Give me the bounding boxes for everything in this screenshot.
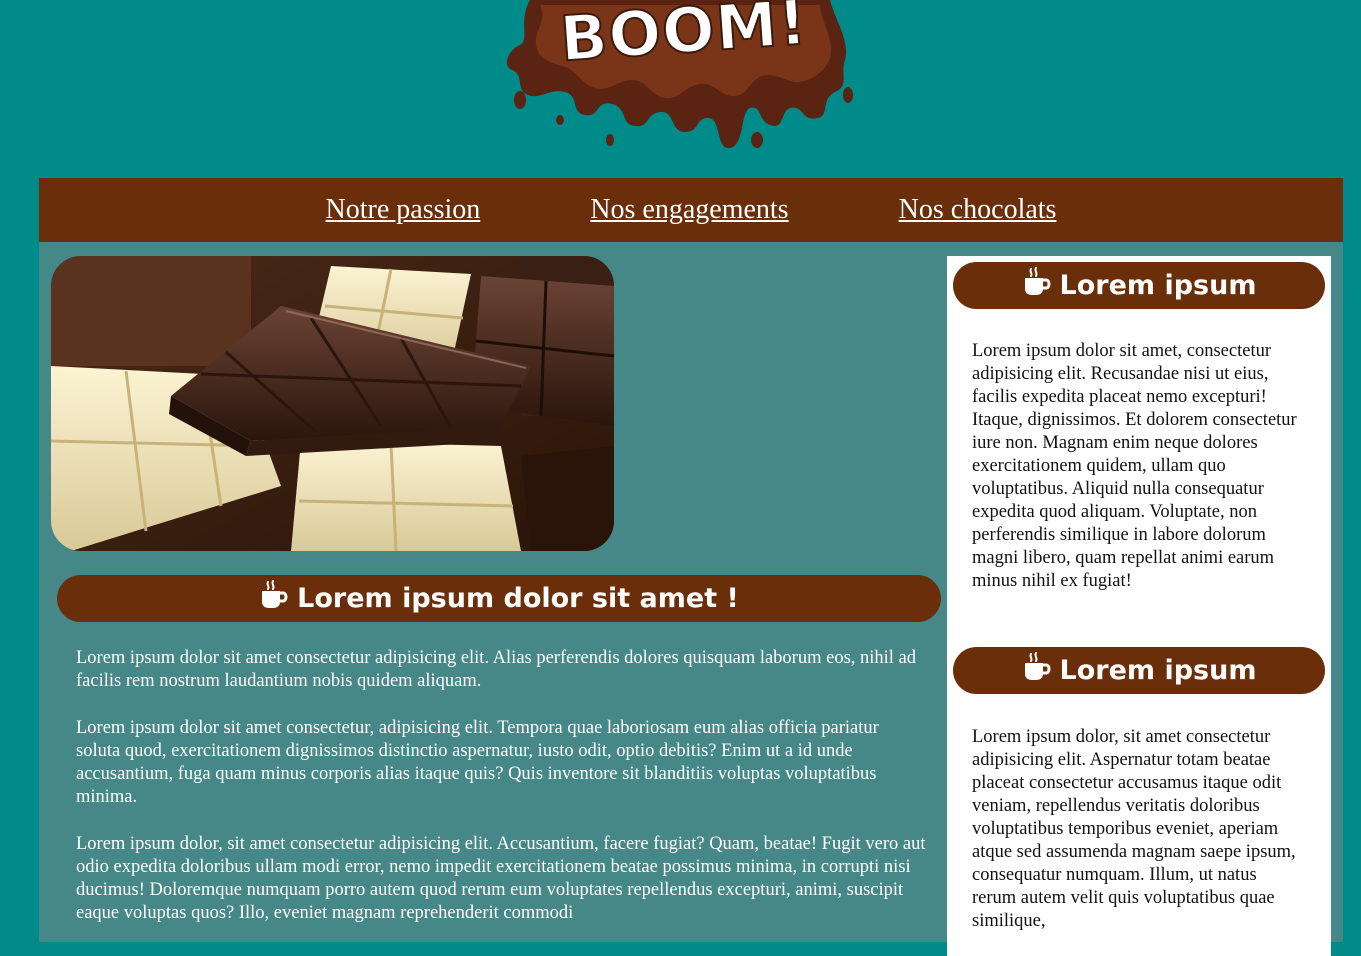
sidebar-section-title: Lorem ipsum: [953, 647, 1325, 694]
article-paragraph: Lorem ipsum dolor, sit amet consectetur …: [76, 834, 926, 923]
sidebar-paragraph: Lorem ipsum dolor, sit amet consectetur …: [972, 727, 1296, 931]
sidebar-paragraph: Lorem ipsum dolor sit amet, consectetur …: [972, 341, 1297, 591]
sidebar-title-text: Lorem ipsum: [1059, 655, 1257, 686]
coffee-cup-icon: [1022, 652, 1052, 689]
main-article-text: Lorem ipsum dolor sit amet consectetur a…: [76, 647, 926, 949]
main-section-title: Lorem ipsum dolor sit amet !: [57, 575, 941, 622]
chocolate-hero-image: [51, 256, 614, 551]
nav-link-notre-passion[interactable]: Notre passion: [326, 194, 481, 226]
boom-logo: BOOM!: [500, 0, 860, 160]
nav-link-nos-engagements[interactable]: Nos engagements: [590, 194, 788, 226]
sidebar: Lorem ipsum Lorem ipsum dolor sit amet, …: [947, 256, 1331, 956]
main-title-text: Lorem ipsum dolor sit amet !: [297, 583, 739, 614]
nav-link-nos-chocolats[interactable]: Nos chocolats: [899, 194, 1057, 226]
coffee-cup-icon: [259, 580, 289, 617]
article-paragraph: Lorem ipsum dolor sit amet consectetur a…: [76, 648, 917, 691]
content-container: Lorem ipsum dolor sit amet ! Lorem ipsum…: [39, 242, 1343, 956]
article-paragraph: Lorem ipsum dolor sit amet consectetur, …: [76, 718, 879, 807]
sidebar-section-title: Lorem ipsum: [953, 262, 1325, 309]
sidebar-title-text: Lorem ipsum: [1059, 270, 1257, 301]
main-navigation: Notre passion Nos engagements Nos chocol…: [39, 178, 1343, 242]
coffee-cup-icon: [1022, 267, 1052, 304]
